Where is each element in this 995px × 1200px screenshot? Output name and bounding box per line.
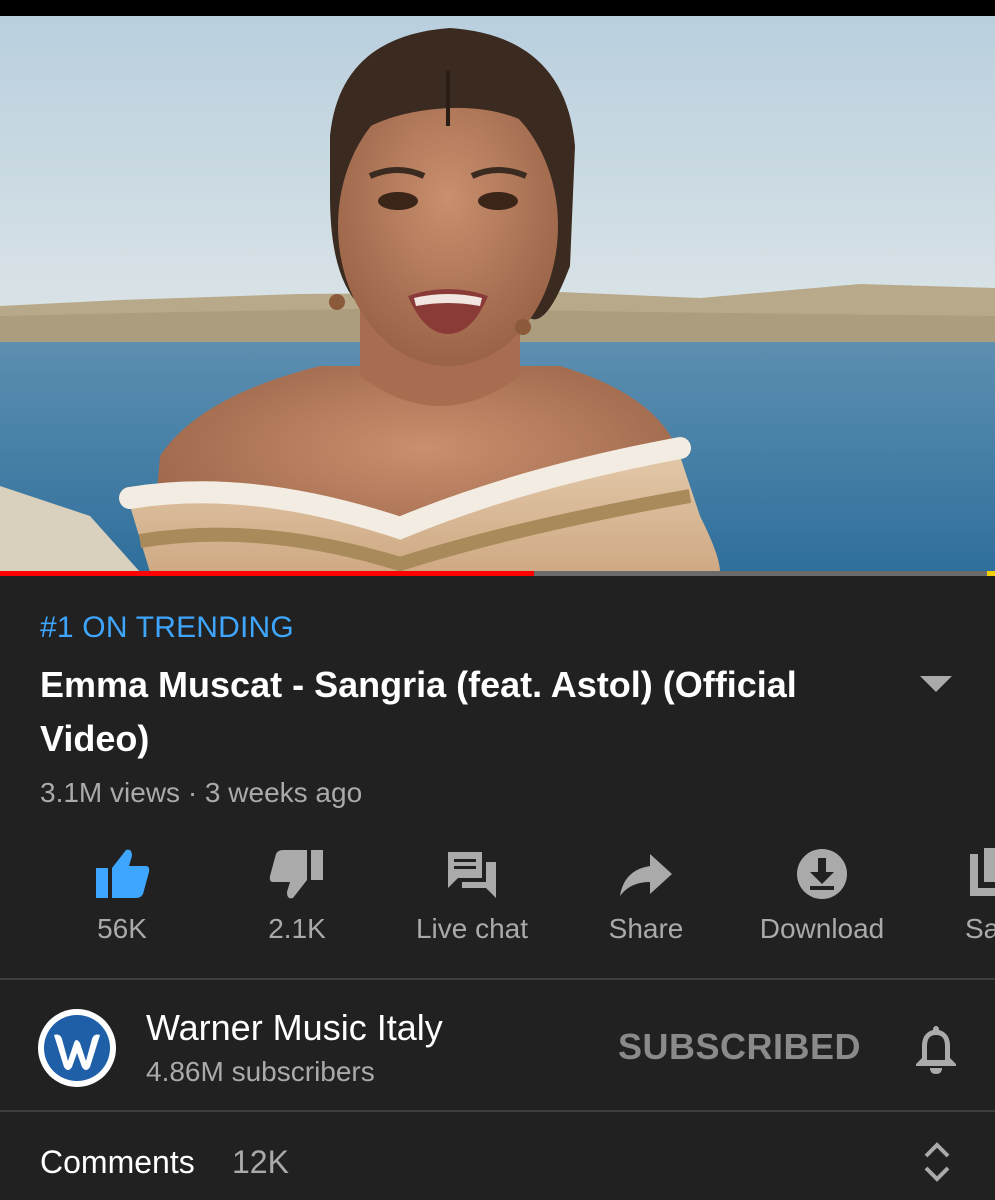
comments-count: 12K: [232, 1144, 289, 1180]
notification-bell-icon[interactable]: [912, 1022, 960, 1074]
share-arrow-icon: [620, 854, 672, 896]
live-chat-button[interactable]: Live chat: [387, 838, 557, 963]
action-row: 56K 2.1K Live chat Share Download Sa: [0, 838, 995, 963]
ad-marker: [987, 571, 995, 576]
video-player[interactable]: [0, 16, 995, 572]
save-label: Sa: [965, 913, 995, 944]
divider: [0, 978, 995, 980]
status-bar: [0, 0, 995, 16]
download-button[interactable]: Download: [737, 838, 907, 963]
video-progress-fill: [0, 571, 535, 576]
like-button[interactable]: 56K: [37, 838, 207, 963]
channel-name[interactable]: Warner Music Italy: [146, 1007, 443, 1049]
chat-icon: [448, 852, 496, 898]
expand-description-icon[interactable]: [918, 674, 954, 694]
view-count-and-date: 3.1M views · 3 weeks ago: [40, 777, 363, 808]
like-count: 56K: [97, 913, 147, 944]
subscribed-button[interactable]: SUBSCRIBED: [618, 1026, 861, 1068]
trending-badge[interactable]: #1 ON TRENDING: [40, 611, 294, 645]
save-button[interactable]: Sa: [920, 838, 995, 963]
expand-comments-icon[interactable]: [922, 1140, 952, 1184]
divider: [0, 1110, 995, 1112]
thumb-up-icon: [96, 849, 150, 898]
dislike-button[interactable]: 2.1K: [212, 838, 382, 963]
share-label: Share: [608, 913, 684, 944]
dislike-count: 2.1K: [268, 913, 326, 944]
playlist-add-icon: [970, 848, 995, 896]
download-icon: [797, 849, 847, 899]
download-label: Download: [759, 913, 885, 944]
comments-header[interactable]: Comments: [40, 1144, 195, 1181]
live-chat-label: Live chat: [415, 913, 529, 944]
share-button[interactable]: Share: [561, 838, 731, 963]
channel-avatar[interactable]: [38, 1009, 116, 1087]
subscriber-count: 4.86M subscribers: [146, 1056, 375, 1087]
thumb-down-icon: [269, 850, 323, 899]
video-progress-bar[interactable]: [0, 571, 995, 576]
video-frame-image: [0, 16, 995, 572]
video-title[interactable]: Emma Muscat - Sangria (feat. Astol) (Off…: [40, 658, 880, 766]
video-watch-page: #1 ON TRENDING Emma Muscat - Sangria (fe…: [0, 0, 995, 1200]
